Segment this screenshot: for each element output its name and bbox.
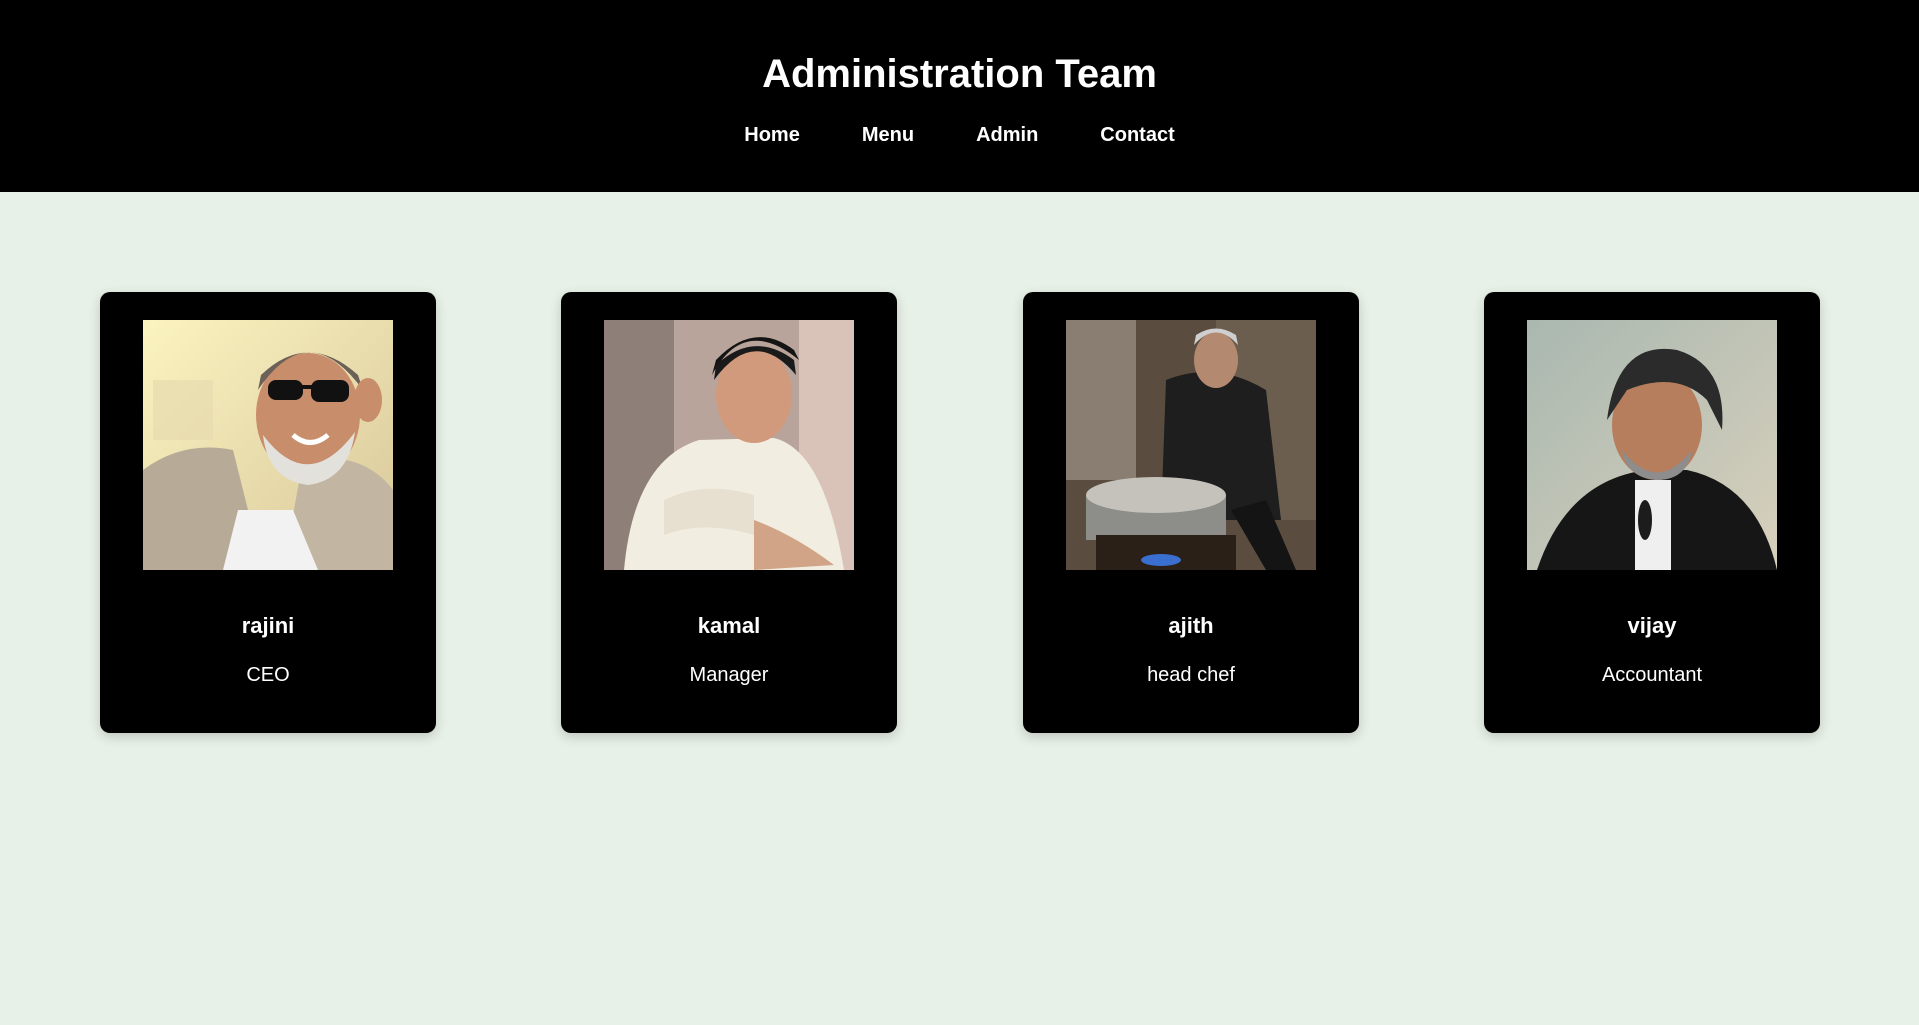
team-member-name: rajini <box>241 613 295 638</box>
team-card: kamal Manager <box>561 292 897 733</box>
team-member-role: head chef <box>1147 664 1235 686</box>
nav-admin-link[interactable]: Admin <box>945 122 1069 148</box>
team-card: vijay Accountant <box>1484 292 1820 733</box>
main-nav: Home Menu Admin Contact <box>0 122 1919 148</box>
team-member-role: Accountant <box>1601 664 1703 686</box>
team-member-photo <box>1527 320 1777 570</box>
team-member-name: vijay <box>1627 613 1677 638</box>
member-portrait-image <box>1066 320 1316 570</box>
nav-home-link[interactable]: Home <box>713 122 831 148</box>
team-card: rajini CEO <box>100 292 436 733</box>
team-grid: rajini CEO kamal Manager ajith head chef… <box>100 292 1820 733</box>
member-portrait-image <box>604 320 854 570</box>
team-member-photo <box>604 320 854 570</box>
team-card: ajith head chef <box>1023 292 1359 733</box>
nav-menu-link[interactable]: Menu <box>831 122 945 148</box>
team-member-name: ajith <box>1168 613 1214 638</box>
team-member-role: Manager <box>689 664 769 686</box>
site-header: Administration Team Home Menu Admin Cont… <box>0 0 1919 192</box>
team-member-name: kamal <box>697 613 761 638</box>
team-member-role: CEO <box>246 664 290 686</box>
team-member-photo <box>1066 320 1316 570</box>
member-portrait-image <box>143 320 393 570</box>
page-title: Administration Team <box>762 52 1157 96</box>
member-portrait-image <box>1527 320 1777 570</box>
nav-contact-link[interactable]: Contact <box>1069 122 1205 148</box>
team-member-photo <box>143 320 393 570</box>
